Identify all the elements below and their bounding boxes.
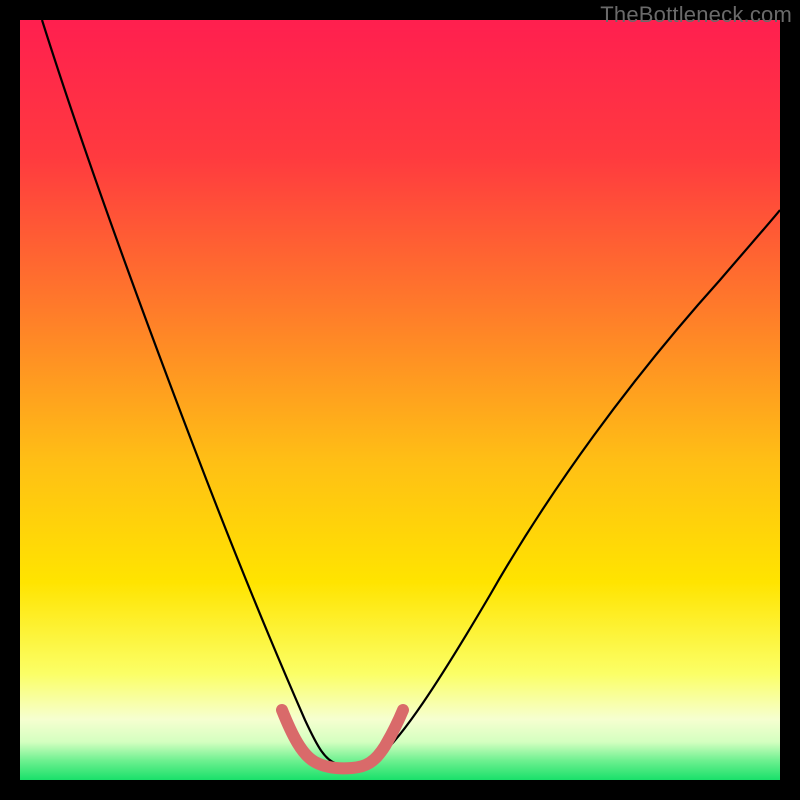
bottleneck-curve bbox=[42, 20, 780, 766]
bottleneck-plot bbox=[20, 20, 780, 780]
watermark-text: TheBottleneck.com bbox=[600, 2, 792, 28]
optimal-range-highlight bbox=[282, 710, 403, 768]
chart-frame bbox=[20, 20, 780, 780]
